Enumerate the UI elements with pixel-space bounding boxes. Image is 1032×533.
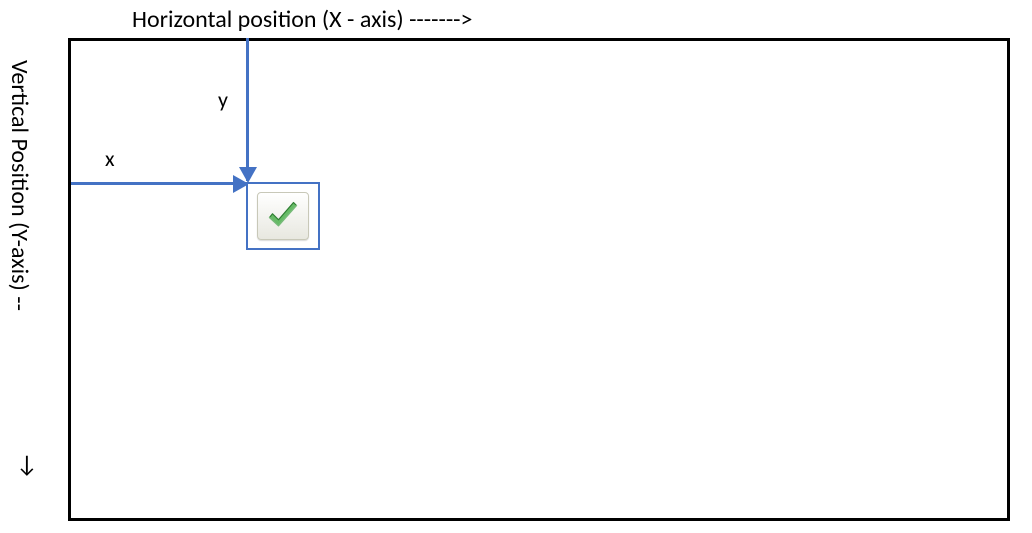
checkmark-button[interactable] xyxy=(257,192,309,240)
checkmark-icon xyxy=(265,200,301,232)
x-axis-title: Horizontal position (X - axis) -------> xyxy=(132,5,472,34)
y-axis-title: Vertical Position (Y-axis) -- xyxy=(10,60,34,311)
y-axis-title-arrow: ↓ xyxy=(16,450,38,479)
x-offset-arrow xyxy=(71,182,247,185)
x-marker-label: x xyxy=(105,145,115,172)
positioned-element xyxy=(246,182,320,250)
diagram-container: Horizontal position (X - axis) -------> … xyxy=(0,0,1032,533)
y-marker-label: y xyxy=(218,86,228,113)
coordinate-frame xyxy=(68,38,1010,521)
y-offset-arrow xyxy=(246,38,249,181)
